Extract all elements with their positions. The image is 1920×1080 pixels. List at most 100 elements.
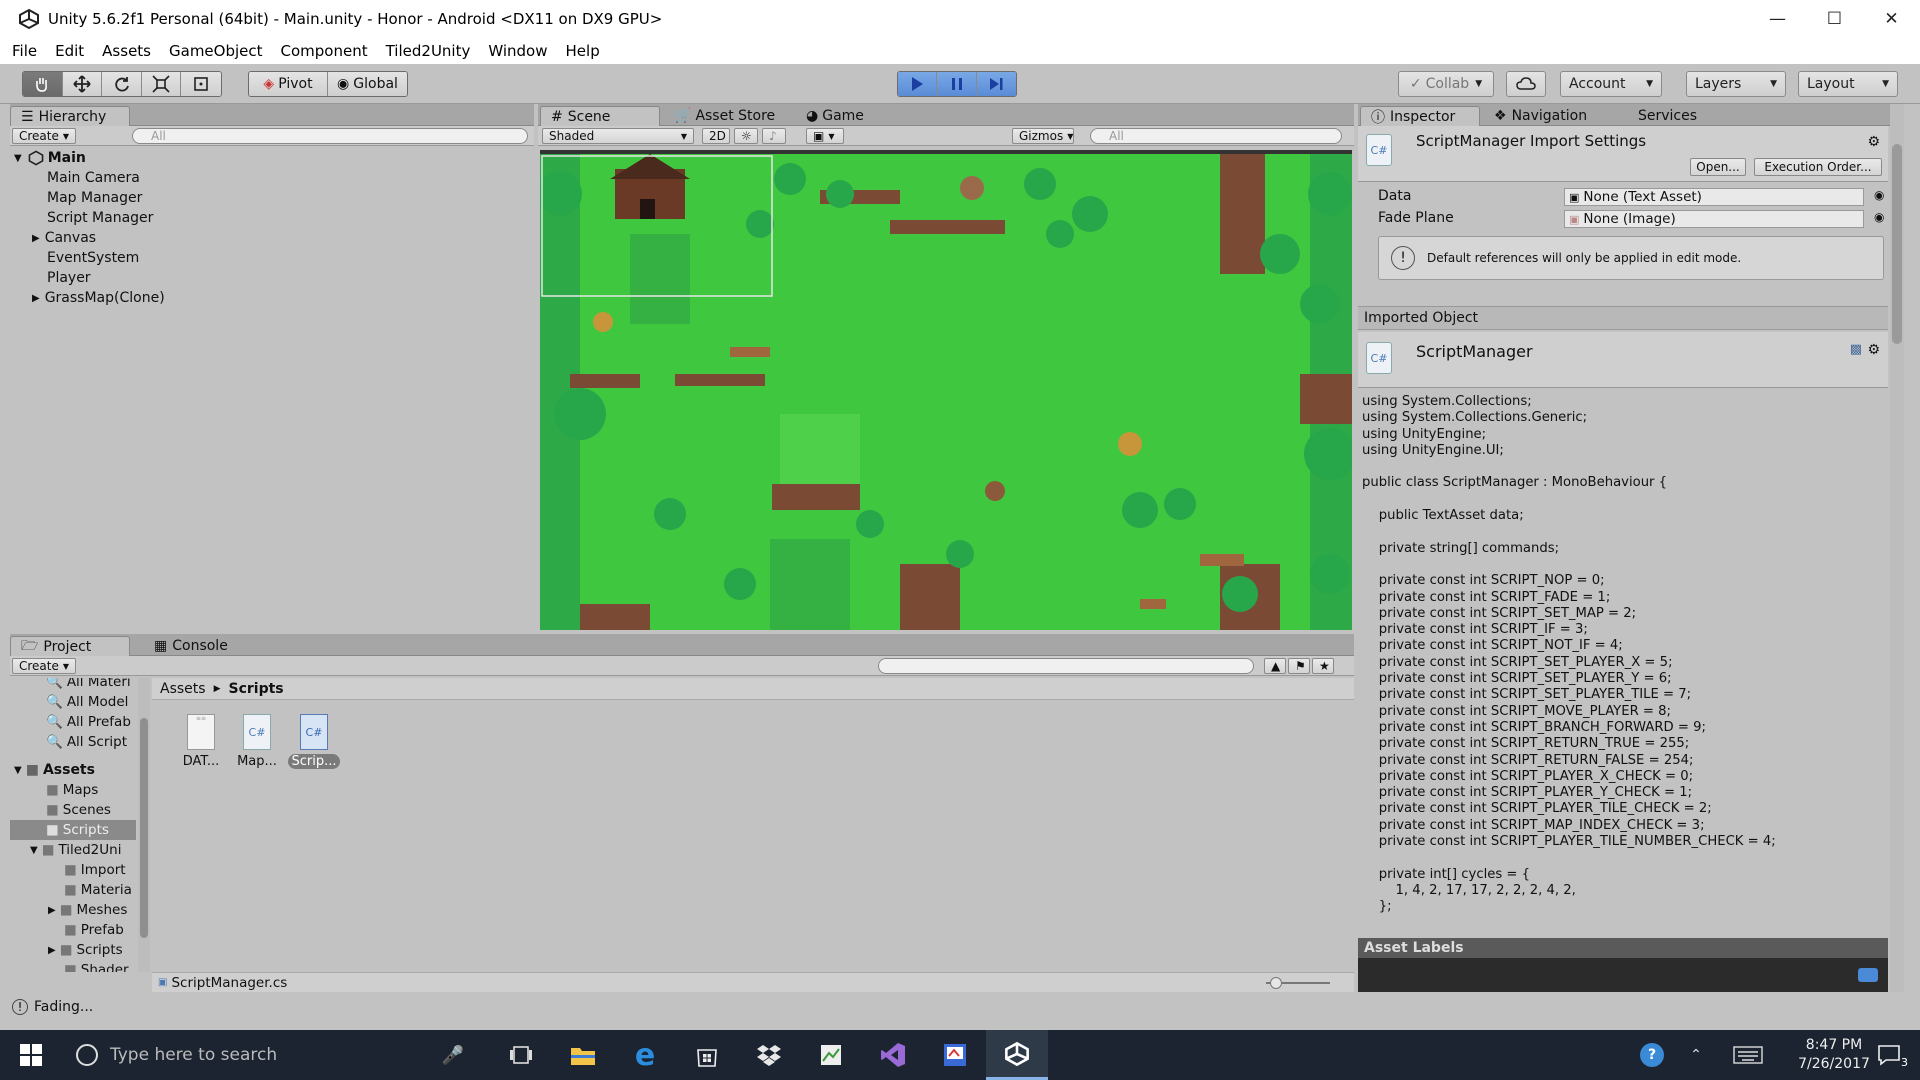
move-tool-icon[interactable] (62, 72, 103, 96)
effects-dropdown[interactable]: ▣ ▼ (806, 128, 844, 144)
data-field-value[interactable]: ▣ None (Text Asset) (1564, 188, 1864, 206)
taskbar-search[interactable]: Type here to search 🎤 (62, 1030, 482, 1080)
menu-tiled2unity[interactable]: Tiled2Unity (386, 42, 471, 60)
menu-edit[interactable]: Edit (55, 42, 84, 60)
favorite-all-materials[interactable]: 🔍 All Materi (46, 678, 131, 692)
step-icon[interactable] (976, 72, 1016, 96)
menu-window[interactable]: Window (488, 42, 547, 60)
zoom-slider-thumb[interactable] (1270, 977, 1282, 989)
folder-t2u-scripts[interactable]: ▶ ■ Scripts (48, 940, 123, 960)
minimize-button[interactable]: — (1749, 0, 1806, 38)
tab-navigation[interactable]: ❖ Navigation (1484, 106, 1597, 126)
layout-dropdown[interactable]: Layout ▼ (1798, 71, 1898, 97)
inspector-scrollbar[interactable] (1890, 104, 1904, 992)
tree-scrollbar[interactable] (138, 678, 150, 972)
hierarchy-item-main-camera[interactable]: Main Camera (47, 168, 140, 188)
tab-game[interactable]: ◕ Game (796, 106, 874, 126)
folder-meshes[interactable]: ▶ ■ Meshes (48, 900, 127, 920)
sketch-app-icon[interactable] (800, 1030, 862, 1080)
favorite-all-models[interactable]: 🔍 All Model (46, 692, 128, 712)
pause-icon[interactable] (937, 72, 977, 96)
filter-type-icon[interactable]: ▲ (1264, 658, 1286, 674)
folder-tiled2unity[interactable]: ▼ ■ Tiled2Uni (30, 840, 121, 860)
tab-services[interactable]: Services (1628, 106, 1707, 126)
paint-app-icon[interactable] (924, 1030, 986, 1080)
layers-dropdown[interactable]: Layers ▼ (1686, 71, 1786, 97)
hierarchy-item-script-manager[interactable]: Script Manager (47, 208, 153, 228)
favorite-all-scripts[interactable]: 🔍 All Script (46, 732, 127, 752)
hierarchy-item-map-manager[interactable]: Map Manager (47, 188, 142, 208)
folder-prefabs[interactable]: ■ Prefab (64, 920, 124, 940)
gear-icon[interactable]: ⚙ (1867, 134, 1880, 150)
dropbox-icon[interactable] (738, 1030, 800, 1080)
object-picker-icon[interactable]: ◉ (1874, 188, 1884, 202)
scrollbar-thumb[interactable] (1892, 144, 1902, 344)
close-button[interactable]: ✕ (1863, 0, 1920, 38)
pivot-button[interactable]: ◈ Pivot (249, 72, 328, 96)
menu-component[interactable]: Component (281, 42, 368, 60)
tab-inspector[interactable]: ⓘ Inspector (1360, 106, 1480, 126)
execution-order-button[interactable]: Execution Order... (1754, 158, 1882, 176)
store-icon[interactable] (676, 1030, 738, 1080)
folder-scripts-selected[interactable]: ■ Scripts (10, 820, 136, 840)
tab-project[interactable]: 🗁 Project (10, 636, 130, 656)
file-explorer-icon[interactable] (552, 1030, 614, 1080)
mode-2d-toggle[interactable]: 2D (702, 128, 730, 144)
hierarchy-item-grassmap[interactable]: ▶ GrassMap(Clone) (32, 288, 165, 308)
scene-search-input[interactable]: All (1090, 128, 1342, 144)
play-icon[interactable] (898, 72, 938, 96)
scrollbar-thumb[interactable] (140, 718, 148, 938)
favorite-all-prefabs[interactable]: 🔍 All Prefab (46, 712, 131, 732)
menu-assets[interactable]: Assets (102, 42, 151, 60)
maximize-button[interactable]: ☐ (1806, 0, 1863, 38)
collab-button[interactable]: ✓ Collab ▼ (1398, 71, 1494, 97)
folder-materials[interactable]: ■ Materia (64, 880, 132, 900)
scene-viewport[interactable] (540, 154, 1352, 630)
visual-studio-icon[interactable] (862, 1030, 924, 1080)
tab-scene[interactable]: # Scene (540, 106, 660, 126)
hierarchy-item-eventsystem[interactable]: EventSystem (47, 248, 139, 268)
notification-center-icon[interactable]: 3 (1858, 1030, 1920, 1080)
folder-imported[interactable]: ■ Import (64, 860, 126, 880)
keyboard-icon[interactable] (1724, 1030, 1772, 1080)
gear-icon[interactable]: ⚙ (1867, 342, 1880, 358)
account-dropdown[interactable]: Account ▼ (1560, 71, 1662, 97)
task-view-icon[interactable] (490, 1030, 552, 1080)
edge-browser-icon[interactable]: e (614, 1030, 676, 1080)
scale-tool-icon[interactable] (141, 72, 182, 96)
file-scriptmanager-selected[interactable]: C# Scrip... (288, 714, 340, 769)
folder-scenes[interactable]: ■ Scenes (46, 800, 111, 820)
project-create-button[interactable]: Create ▼ (12, 658, 76, 674)
lighting-toggle[interactable]: ☼ (734, 128, 758, 144)
filter-label-icon[interactable]: ⚑ (1288, 658, 1310, 674)
gizmos-dropdown[interactable]: Gizmos ▼ (1012, 128, 1074, 144)
menu-help[interactable]: Help (566, 42, 600, 60)
start-button[interactable] (0, 1030, 62, 1080)
rotate-tool-icon[interactable] (102, 72, 142, 96)
audio-toggle[interactable]: ♪ (762, 128, 786, 144)
project-search-input[interactable] (878, 658, 1254, 674)
tab-asset-store[interactable]: 🛒 Asset Store (664, 106, 785, 126)
fade-plane-value[interactable]: ▣ None (Image) (1564, 210, 1864, 228)
hand-tool-icon[interactable] (23, 72, 63, 96)
global-button[interactable]: ◉ Global (328, 72, 407, 96)
help-tray-icon[interactable]: ? (1628, 1030, 1676, 1080)
hierarchy-create-button[interactable]: Create ▼ (12, 128, 76, 144)
file-mapmanager[interactable]: C# Map... (234, 714, 280, 769)
tab-hierarchy[interactable]: ☰ Hierarchy (10, 106, 130, 126)
scene-root[interactable]: ▼ Main (14, 148, 86, 168)
menu-gameobject[interactable]: GameObject (169, 42, 263, 60)
folder-maps[interactable]: ■ Maps (46, 780, 98, 800)
favorite-star-icon[interactable]: ★ (1312, 658, 1334, 674)
file-data[interactable]: ≡≡ DAT... (178, 714, 224, 769)
tag-icon[interactable] (1858, 968, 1878, 982)
help-book-icon[interactable]: ▩ (1850, 342, 1862, 357)
menu-file[interactable]: File (12, 42, 37, 60)
breadcrumb-scripts[interactable]: Scripts (228, 681, 283, 697)
object-picker-icon[interactable]: ◉ (1874, 210, 1884, 224)
hierarchy-item-canvas[interactable]: ▶ Canvas (32, 228, 96, 248)
hierarchy-search-input[interactable]: All (132, 128, 528, 144)
tray-overflow-chevron-icon[interactable]: ⌃ (1676, 1030, 1716, 1080)
shading-mode-dropdown[interactable]: Shaded ▼ (542, 128, 694, 144)
unity-taskbar-icon[interactable] (986, 1030, 1048, 1080)
